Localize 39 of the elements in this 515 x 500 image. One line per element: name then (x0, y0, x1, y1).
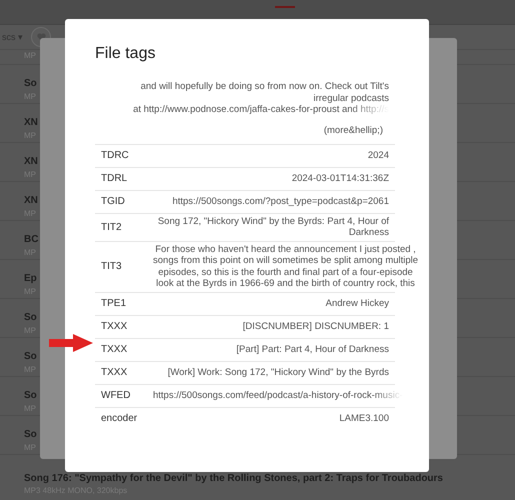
tag-key: TIT3 (101, 261, 153, 272)
tab-indicator (275, 6, 295, 8)
tag-value: [DISCNUMBER] DISCNUMBER: 1 (242, 320, 389, 332)
dialog-title: File tags (95, 45, 156, 63)
tag-value: LAME3.100 (338, 412, 389, 424)
track-title[interactable]: So (24, 428, 37, 441)
more-text: (more&hellip;) (324, 124, 383, 136)
track-title[interactable]: Song 176: "Sympathy for the Devil" by the Rolling Stones, part 2: Traps for Troubadours (24, 472, 443, 485)
tag-value: Andrew Hickey (324, 298, 389, 310)
track-title[interactable]: So (24, 350, 37, 363)
tag-value: Song 172, "Hickory Wind" by the Byrds: Part 4, Hour of Darkness (156, 216, 389, 238)
track-title[interactable]: XN (24, 194, 38, 207)
tag-key: TDRC (101, 150, 153, 161)
tag-value: For those who haven't heard the announcement I just posted , songs from this point on will sometimes be split among multiple episodes, so this is the fourth and final part of a four-episode look at the Byrds in 1966-69 and the birth of country rock, this (153, 244, 418, 290)
tag-key: TXXX (101, 344, 153, 355)
description-line: and will hopefully be doing so from now on. Check out Tilt's (140, 81, 389, 92)
tag-key: TXXX (101, 367, 153, 378)
tag-key: TGID (101, 196, 153, 207)
tag-key: TPE1 (101, 298, 153, 309)
track-title[interactable]: BC (24, 233, 38, 246)
tag-value: 2024-03-01T14:31:36Z (290, 172, 389, 184)
tag-value: https://500songs.com/feed/podcast/a-history-of-rock-music- (153, 390, 403, 402)
track-title[interactable]: XN (24, 155, 38, 168)
track-title[interactable]: So (24, 389, 37, 402)
tag-value: https://500songs.com/?post_type=podcast&p=2061 (171, 196, 389, 208)
tag-value: 2024 (366, 150, 389, 162)
description-line: irregular podcasts (313, 92, 389, 104)
track-title[interactable]: Ep (24, 272, 37, 285)
tag-key: encoder (101, 413, 153, 424)
tag-key: TIT2 (101, 222, 153, 232)
tag-value: [Part] Part: Part 4, Hour of Darkness (235, 344, 389, 356)
track-title[interactable]: So (24, 77, 37, 90)
tag-key: TXXX (101, 321, 153, 332)
arrow-icon (49, 334, 93, 352)
tag-key: TDRL (101, 173, 153, 184)
track-title[interactable]: So (24, 311, 37, 324)
tag-value: [Work] Work: Song 172, "Hickory Wind" by the Byrds (166, 366, 389, 378)
track-title[interactable]: XN (24, 116, 38, 129)
tag-key: WFED (101, 390, 153, 401)
